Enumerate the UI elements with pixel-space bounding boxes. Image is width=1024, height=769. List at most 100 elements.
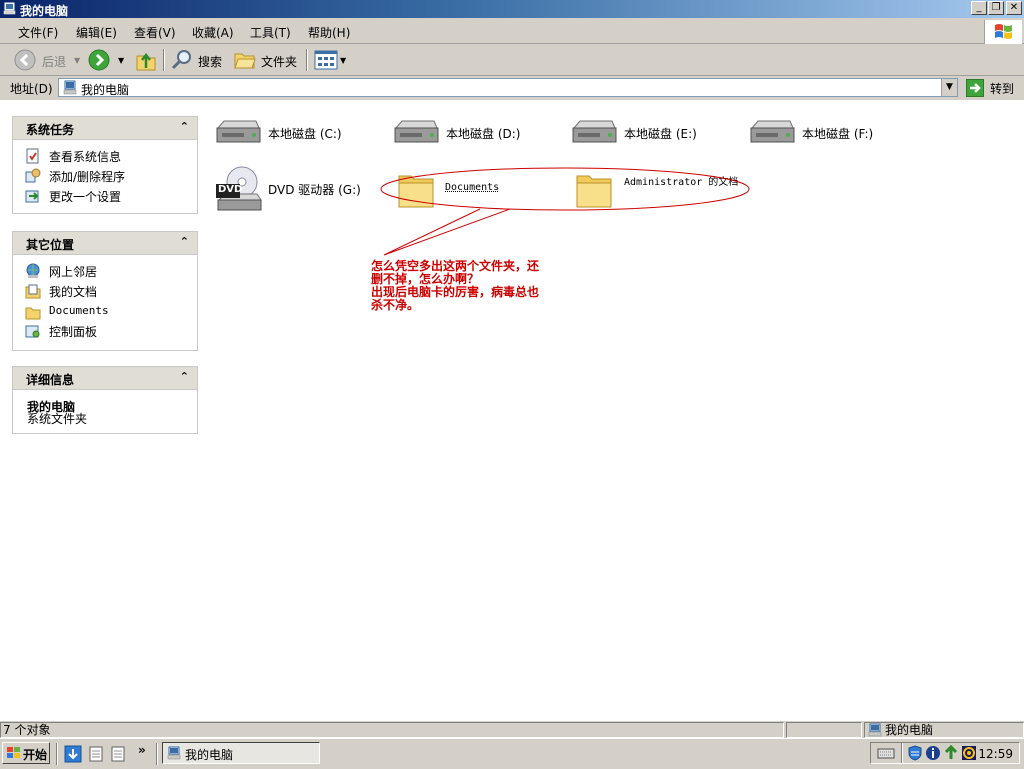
control-panel-icon	[25, 325, 40, 338]
annotation-text: 怎么凭空多出这两个文件夹，还 删不掉，怎么办啊？ 出现后电脑卡的厉害，病毒总也 …	[371, 260, 586, 312]
antivirus-icon[interactable]	[961, 745, 977, 761]
network-places-link[interactable]: 网上邻居	[49, 263, 97, 280]
add-remove-programs-link[interactable]: 添加/删除程序	[49, 168, 125, 185]
hard-drive-icon	[750, 120, 795, 143]
menu-favorites[interactable]: 收藏(A)	[192, 24, 234, 41]
views-dropdown-icon[interactable]: ▼	[340, 56, 346, 65]
hard-drive-icon	[394, 120, 439, 143]
search-icon[interactable]	[170, 49, 194, 71]
drive-g-label[interactable]: DVD 驱动器 (G:)	[268, 181, 361, 198]
system-info-icon	[26, 148, 39, 164]
address-bar: 地址(D) 我的电脑 ▼ 转到	[0, 76, 1024, 100]
taskbar-separator	[156, 743, 158, 765]
status-empty-cell	[786, 722, 862, 738]
search-button[interactable]: 搜索	[198, 53, 222, 70]
network-connection-icon[interactable]	[943, 745, 959, 761]
taskbar-separator	[56, 743, 58, 765]
back-button[interactable]: 后退	[42, 53, 66, 70]
folders-button[interactable]: 文件夹	[261, 53, 297, 70]
windows-logo-icon	[7, 747, 20, 758]
change-setting-icon	[25, 190, 39, 203]
add-remove-programs-icon	[25, 168, 41, 183]
folder-icon	[25, 307, 41, 320]
network-places-icon	[26, 263, 40, 278]
system-tasks-panel: 系统任务 ⌃ 查看系统信息 添加/删除程序 更改一个设置	[12, 116, 198, 214]
taskbar: 开始 » 我的电脑 12:59	[0, 738, 1024, 769]
start-label: 开始	[23, 748, 48, 762]
address-input[interactable]: 我的电脑 ▼	[58, 78, 958, 97]
collapse-chevron-icon[interactable]: ⌃	[180, 235, 189, 248]
drive-f-label[interactable]: 本地磁盘 (F:)	[802, 125, 873, 142]
my-documents-link[interactable]: 我的文档	[49, 283, 97, 300]
other-places-panel: 其它位置 ⌃ 网上邻居 我的文档 Documents 控制面板	[12, 231, 198, 351]
drive-g[interactable]: DVD	[214, 164, 264, 214]
windows-logo-icon	[984, 20, 1022, 44]
control-panel-link[interactable]: 控制面板	[49, 323, 97, 340]
toolbar-separator	[306, 49, 308, 71]
drive-d[interactable]	[392, 118, 440, 148]
other-places-header[interactable]: 其它位置 ⌃	[13, 232, 197, 255]
system-tasks-header[interactable]: 系统任务 ⌃	[13, 117, 197, 140]
menu-edit[interactable]: 编辑(E)	[76, 24, 117, 41]
maximize-button[interactable]: ❐	[988, 1, 1004, 15]
close-button[interactable]: ✕	[1006, 1, 1022, 15]
go-button[interactable]: 转到	[990, 80, 1014, 97]
hard-drive-icon	[216, 120, 261, 143]
dvd-badge: DVD	[218, 184, 243, 195]
notepad-icon[interactable]	[88, 745, 104, 763]
title-bar[interactable]: 我的电脑 _ ❐ ✕	[0, 0, 1024, 18]
drive-e-label[interactable]: 本地磁盘 (E:)	[624, 125, 697, 142]
menu-file[interactable]: 文件(F)	[18, 24, 58, 41]
drive-d-label[interactable]: 本地磁盘 (D:)	[446, 125, 520, 142]
annotation-ellipse	[380, 167, 750, 256]
annotation-line: 杀不净。	[371, 298, 420, 312]
start-button[interactable]: 开始	[2, 742, 50, 764]
notepad-icon[interactable]	[110, 745, 126, 763]
window-title: 我的电脑	[20, 4, 69, 18]
change-setting-link[interactable]: 更改一个设置	[49, 188, 121, 205]
folders-icon[interactable]	[233, 50, 257, 70]
system-tray: 12:59	[870, 742, 1020, 764]
status-location-text: 我的电脑	[885, 723, 934, 737]
my-computer-icon	[167, 746, 181, 760]
drive-c-label[interactable]: 本地磁盘 (C:)	[268, 125, 342, 142]
my-computer-icon	[63, 80, 77, 95]
drive-f[interactable]	[748, 118, 796, 148]
back-arrow-icon[interactable]	[14, 49, 36, 71]
details-title: 详细信息	[26, 373, 75, 387]
address-dropdown-icon[interactable]: ▼	[941, 79, 957, 96]
my-computer-icon	[868, 723, 882, 737]
view-system-info-link[interactable]: 查看系统信息	[49, 148, 121, 165]
forward-arrow-icon[interactable]	[88, 49, 110, 71]
quick-launch-overflow-icon[interactable]: »	[138, 743, 146, 757]
details-type: 系统文件夹	[27, 412, 88, 426]
menu-view[interactable]: 查看(V)	[134, 24, 176, 41]
details-header[interactable]: 详细信息 ⌃	[13, 367, 197, 390]
views-icon[interactable]	[314, 50, 338, 70]
details-panel: 详细信息 ⌃ 我的电脑 系统文件夹	[12, 366, 198, 434]
menu-bar: 文件(F) 编辑(E) 查看(V) 收藏(A) 工具(T) 帮助(H)	[0, 18, 1024, 44]
up-folder-icon[interactable]	[135, 48, 157, 72]
other-places-title: 其它位置	[26, 238, 75, 252]
keyboard-icon[interactable]	[877, 746, 895, 760]
show-desktop-icon[interactable]	[64, 745, 82, 763]
network-shield-icon[interactable]	[907, 745, 923, 761]
drive-c[interactable]	[214, 118, 262, 148]
menu-tools[interactable]: 工具(T)	[250, 24, 291, 41]
status-object-count: 7 个对象	[0, 722, 784, 738]
drive-e[interactable]	[570, 118, 618, 148]
toolbar-separator	[163, 49, 165, 71]
forward-dropdown-icon[interactable]: ▼	[118, 56, 124, 65]
standard-toolbar: 后退 ▼ ▼ 搜索 文件夹 ▼	[0, 44, 1024, 76]
minimize-button[interactable]: _	[971, 1, 987, 15]
go-arrow-icon[interactable]	[966, 79, 984, 97]
address-label: 地址(D)	[10, 82, 53, 96]
system-tasks-title: 系统任务	[26, 123, 75, 137]
collapse-chevron-icon[interactable]: ⌃	[180, 370, 189, 383]
documents-link[interactable]: Documents	[49, 304, 109, 317]
taskbar-window-button[interactable]: 我的电脑	[162, 742, 320, 764]
collapse-chevron-icon[interactable]: ⌃	[180, 120, 189, 133]
menu-help[interactable]: 帮助(H)	[308, 24, 350, 41]
back-dropdown-icon[interactable]: ▼	[74, 56, 80, 65]
info-icon[interactable]	[925, 745, 941, 761]
